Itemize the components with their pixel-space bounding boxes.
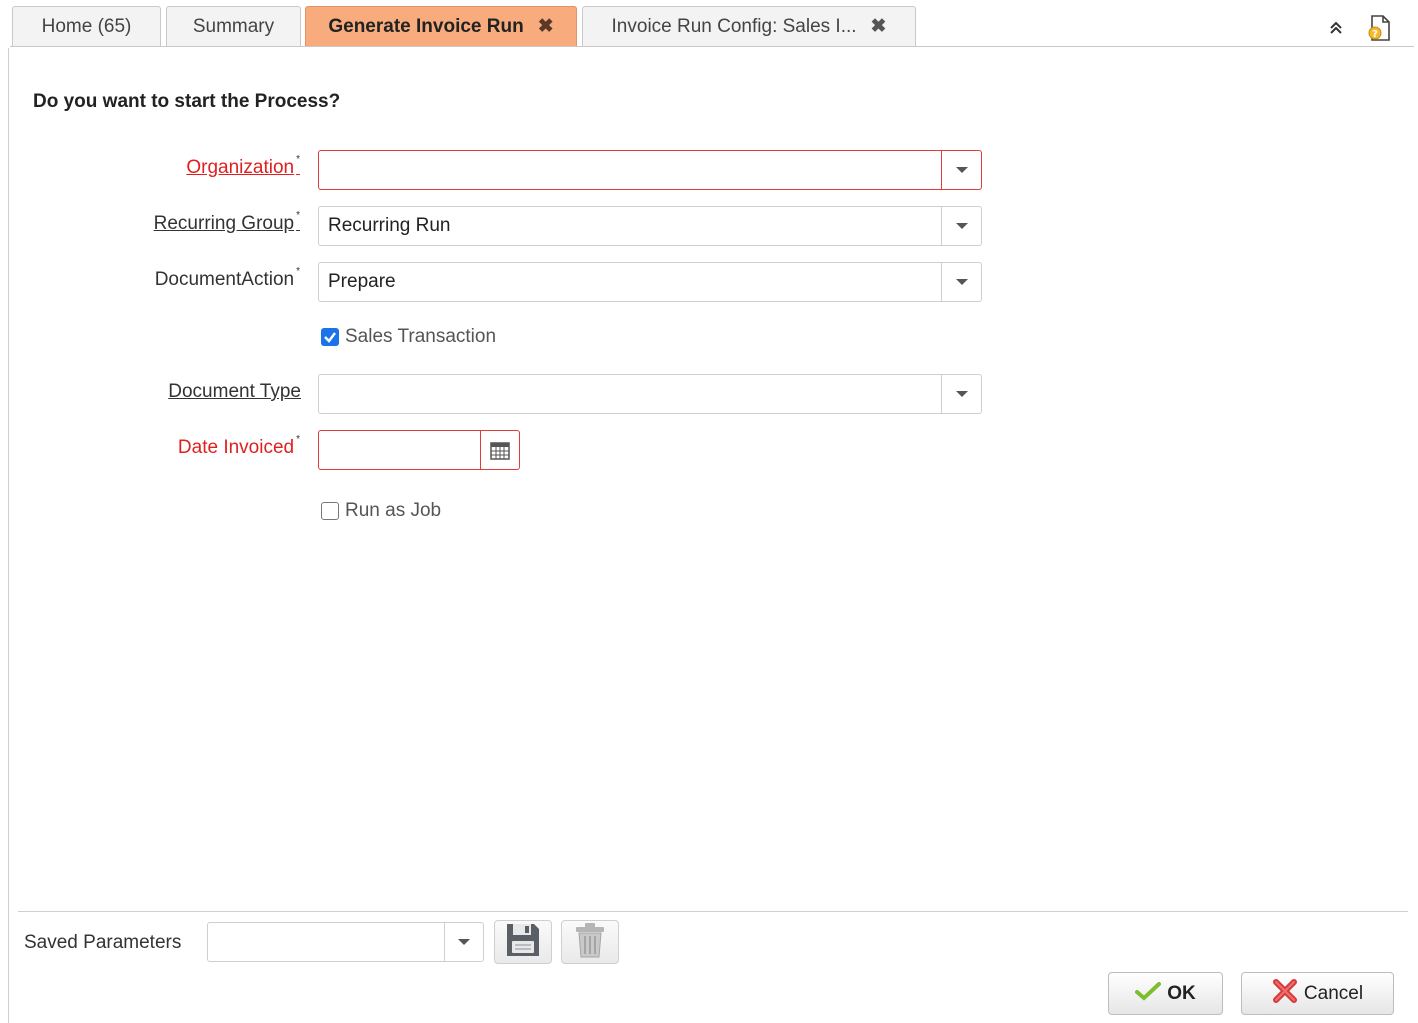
cancel-button[interactable]: Cancel bbox=[1241, 972, 1394, 1015]
run-as-job-label: Run as Job bbox=[345, 500, 442, 521]
document-action-value[interactable]: Prepare bbox=[319, 263, 941, 301]
recurring-group-value[interactable]: Recurring Run bbox=[319, 207, 941, 245]
tab-home[interactable]: Home (65) bbox=[12, 6, 161, 46]
close-icon[interactable]: ✖ bbox=[871, 15, 887, 38]
tab-underline bbox=[10, 46, 1414, 47]
floppy-disk-icon bbox=[504, 921, 542, 964]
recurring-group-label: Recurring Group * bbox=[153, 209, 300, 234]
dropdown-arrow-icon[interactable] bbox=[444, 923, 483, 961]
dropdown-arrow-icon[interactable] bbox=[941, 207, 981, 245]
cancel-label: Cancel bbox=[1303, 982, 1364, 1004]
sales-transaction-checkbox[interactable]: Sales Transaction bbox=[321, 326, 496, 348]
ok-button[interactable]: OK bbox=[1108, 972, 1223, 1015]
cancel-x-icon bbox=[1272, 978, 1298, 1010]
organization-label: Organization * bbox=[186, 153, 300, 178]
help-document-icon[interactable]: ? bbox=[1366, 14, 1392, 47]
saved-parameters-value[interactable] bbox=[208, 923, 444, 961]
save-parameters-button[interactable] bbox=[494, 920, 552, 964]
tab-label: Summary bbox=[192, 15, 275, 37]
document-action-label: DocumentAction * bbox=[154, 265, 300, 290]
dialog-prompt: Do you want to start the Process? bbox=[33, 91, 341, 112]
svg-text:?: ? bbox=[1372, 29, 1378, 40]
delete-parameters-button[interactable] bbox=[561, 920, 619, 964]
organization-combobox[interactable] bbox=[318, 150, 982, 190]
tab-label: Invoice Run Config: Sales I... bbox=[611, 15, 857, 37]
ok-label: OK bbox=[1167, 982, 1196, 1004]
document-type-combobox[interactable] bbox=[318, 374, 982, 414]
dropdown-arrow-icon[interactable] bbox=[941, 151, 981, 189]
tab-label: Home (65) bbox=[41, 15, 132, 37]
trash-icon bbox=[572, 921, 608, 964]
run-as-job-checkbox[interactable]: Run as Job bbox=[321, 500, 441, 522]
recurring-group-combobox[interactable]: Recurring Run bbox=[318, 206, 982, 246]
date-invoiced-input[interactable] bbox=[319, 431, 480, 469]
checkmark-icon bbox=[1135, 981, 1162, 1007]
date-invoiced-label: Date Invoiced * bbox=[177, 433, 300, 458]
date-invoiced-field[interactable] bbox=[318, 430, 520, 470]
organization-value[interactable] bbox=[319, 151, 941, 189]
saved-parameters-label: Saved Parameters bbox=[24, 932, 182, 953]
collapse-icon[interactable] bbox=[1328, 20, 1344, 41]
sales-transaction-label: Sales Transaction bbox=[345, 326, 497, 347]
tab-label: Generate Invoice Run bbox=[328, 15, 524, 37]
tab-summary[interactable]: Summary bbox=[166, 6, 301, 46]
dropdown-arrow-icon[interactable] bbox=[941, 263, 981, 301]
saved-parameters-combobox[interactable] bbox=[207, 922, 484, 962]
footer-divider bbox=[18, 911, 1408, 912]
close-icon[interactable]: ✖ bbox=[538, 15, 554, 38]
checkbox-unchecked-icon[interactable] bbox=[321, 502, 339, 520]
page-border bbox=[8, 48, 9, 1023]
tab-invoice-run-config[interactable]: Invoice Run Config: Sales I... ✖ bbox=[582, 6, 916, 46]
document-type-value[interactable] bbox=[319, 375, 941, 413]
tab-generate-invoice-run[interactable]: Generate Invoice Run ✖ bbox=[305, 6, 577, 46]
calendar-icon[interactable] bbox=[480, 431, 519, 469]
tab-bar: Home (65) Summary Generate Invoice Run ✖… bbox=[0, 0, 1418, 48]
document-action-combobox[interactable]: Prepare bbox=[318, 262, 982, 302]
dropdown-arrow-icon[interactable] bbox=[941, 375, 981, 413]
document-type-label: Document Type bbox=[168, 381, 301, 402]
checkbox-checked-icon[interactable] bbox=[321, 328, 339, 346]
